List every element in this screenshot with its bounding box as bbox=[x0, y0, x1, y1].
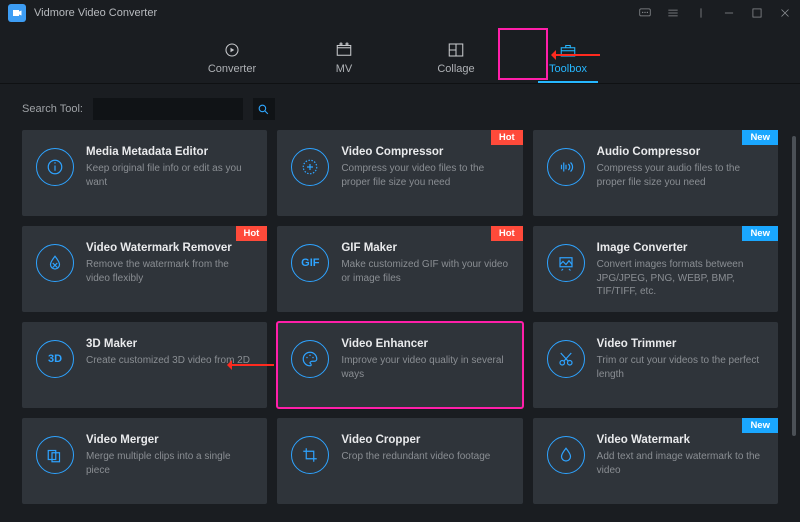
collage-icon bbox=[446, 41, 466, 59]
tool-card-video-compressor[interactable]: Video Compressor Compress your video file… bbox=[277, 130, 522, 216]
tool-description: Keep original file info or edit as you w… bbox=[86, 162, 253, 189]
tool-title: Audio Compressor bbox=[597, 146, 764, 158]
palette-icon bbox=[291, 340, 329, 378]
annotation-arrow-toolbox bbox=[554, 54, 600, 56]
drop-x-icon bbox=[36, 244, 74, 282]
tool-title: Video Compressor bbox=[341, 146, 508, 158]
nav-label: Collage bbox=[437, 63, 474, 75]
badge-hot: Hot bbox=[236, 226, 268, 241]
badge-hot: Hot bbox=[491, 130, 523, 145]
audio-compress-icon bbox=[547, 148, 585, 186]
gif-icon: GIF bbox=[291, 244, 329, 282]
toolbox-icon bbox=[558, 41, 578, 59]
search-icon bbox=[257, 103, 270, 116]
tool-title: Video Enhancer bbox=[341, 338, 508, 350]
tool-description: Improve your video quality in several wa… bbox=[341, 354, 508, 381]
annotation-arrow-enhancer bbox=[230, 364, 274, 366]
annotation-highlight-box bbox=[498, 28, 548, 80]
img-convert-icon bbox=[547, 244, 585, 282]
info-icon bbox=[36, 148, 74, 186]
tool-title: Video Cropper bbox=[341, 434, 508, 446]
tool-card-video-cropper[interactable]: Video Cropper Crop the redundant video fo… bbox=[277, 418, 522, 504]
tool-title: Image Converter bbox=[597, 242, 764, 254]
close-button[interactable] bbox=[778, 6, 792, 20]
menu-icon[interactable] bbox=[666, 6, 680, 20]
tool-description: Trim or cut your videos to the perfect l… bbox=[597, 354, 764, 381]
divider-icon bbox=[694, 6, 708, 20]
tool-card-body: Video Cropper Crop the redundant video fo… bbox=[341, 434, 508, 490]
tool-card-body: Video Watermark Remover Remove the waterm… bbox=[86, 242, 253, 298]
tool-title: Video Trimmer bbox=[597, 338, 764, 350]
tool-card-video-watermark-remover[interactable]: Video Watermark Remover Remove the waterm… bbox=[22, 226, 267, 312]
tool-description: Compress your audio files to the proper … bbox=[597, 162, 764, 189]
scissors-icon bbox=[547, 340, 585, 378]
tool-card-image-converter[interactable]: Image Converter Convert images formats be… bbox=[533, 226, 778, 312]
converter-icon bbox=[222, 41, 242, 59]
app-title: Vidmore Video Converter bbox=[34, 7, 157, 19]
tool-description: Remove the watermark from the video flex… bbox=[86, 258, 253, 285]
tool-card-body: Video Enhancer Improve your video quality… bbox=[341, 338, 508, 394]
badge-new: New bbox=[742, 130, 778, 145]
maximize-button[interactable] bbox=[750, 6, 764, 20]
drop-icon bbox=[547, 436, 585, 474]
tool-card-gif-maker[interactable]: GIF GIF Maker Make customized GIF with you… bbox=[277, 226, 522, 312]
tool-card-video-merger[interactable]: Video Merger Merge multiple clips into a … bbox=[22, 418, 267, 504]
tool-description: Convert images formats between JPG/JPEG,… bbox=[597, 258, 764, 299]
window-buttons bbox=[638, 6, 792, 20]
crop-icon bbox=[291, 436, 329, 474]
badge-new: New bbox=[742, 418, 778, 433]
feedback-icon[interactable] bbox=[638, 6, 652, 20]
tool-description: Add text and image watermark to the vide… bbox=[597, 450, 764, 477]
nav-label: Converter bbox=[208, 63, 256, 75]
compress-icon bbox=[291, 148, 329, 186]
app-logo-icon bbox=[8, 4, 26, 22]
tool-title: 3D Maker bbox=[86, 338, 253, 350]
search-row: Search Tool: bbox=[0, 84, 800, 130]
tool-card-body: Audio Compressor Compress your audio file… bbox=[597, 146, 764, 202]
tool-description: Make customized GIF with your video or i… bbox=[341, 258, 508, 285]
main-nav: Converter MV Collage Toolbox bbox=[0, 26, 800, 84]
minimize-button[interactable] bbox=[722, 6, 736, 20]
nav-collage[interactable]: Collage bbox=[426, 41, 486, 83]
tool-title: Media Metadata Editor bbox=[86, 146, 253, 158]
nav-label: Toolbox bbox=[549, 63, 587, 75]
tool-card-body: GIF Maker Make customized GIF with your v… bbox=[341, 242, 508, 298]
badge-new: New bbox=[742, 226, 778, 241]
tool-card-body: Video Compressor Compress your video file… bbox=[341, 146, 508, 202]
tool-card-video-enhancer[interactable]: Video Enhancer Improve your video quality… bbox=[277, 322, 522, 408]
tool-card-media-metadata-editor[interactable]: Media Metadata Editor Keep original file … bbox=[22, 130, 267, 216]
tool-title: Video Watermark bbox=[597, 434, 764, 446]
nav-converter[interactable]: Converter bbox=[202, 41, 262, 83]
tool-card-body: Video Watermark Add text and image waterm… bbox=[597, 434, 764, 490]
tool-card-video-trimmer[interactable]: Video Trimmer Trim or cut your videos to … bbox=[533, 322, 778, 408]
tool-card-audio-compressor[interactable]: Audio Compressor Compress your audio file… bbox=[533, 130, 778, 216]
tool-card-body: Image Converter Convert images formats be… bbox=[597, 242, 764, 298]
scrollbar-thumb[interactable] bbox=[792, 136, 796, 436]
tool-card-body: Media Metadata Editor Keep original file … bbox=[86, 146, 253, 202]
nav-mv[interactable]: MV bbox=[314, 41, 374, 83]
tool-description: Crop the redundant video footage bbox=[341, 450, 508, 464]
title-bar: Vidmore Video Converter bbox=[0, 0, 800, 26]
tool-title: Video Watermark Remover bbox=[86, 242, 253, 254]
search-label: Search Tool: bbox=[22, 103, 83, 115]
tool-card-video-watermark[interactable]: Video Watermark Add text and image waterm… bbox=[533, 418, 778, 504]
search-input[interactable] bbox=[93, 98, 243, 120]
3d-icon: 3D bbox=[36, 340, 74, 378]
tool-card-body: Video Trimmer Trim or cut your videos to … bbox=[597, 338, 764, 394]
tool-title: Video Merger bbox=[86, 434, 253, 446]
merge-icon bbox=[36, 436, 74, 474]
tool-description: Compress your video files to the proper … bbox=[341, 162, 508, 189]
tool-title: GIF Maker bbox=[341, 242, 508, 254]
tools-scroll-area: Media Metadata Editor Keep original file … bbox=[0, 130, 800, 522]
tools-grid: Media Metadata Editor Keep original file … bbox=[22, 130, 778, 504]
search-button[interactable] bbox=[253, 98, 275, 120]
nav-label: MV bbox=[336, 63, 353, 75]
tool-description: Merge multiple clips into a single piece bbox=[86, 450, 253, 477]
tool-card-body: Video Merger Merge multiple clips into a … bbox=[86, 434, 253, 490]
badge-hot: Hot bbox=[491, 226, 523, 241]
mv-icon bbox=[334, 41, 354, 59]
